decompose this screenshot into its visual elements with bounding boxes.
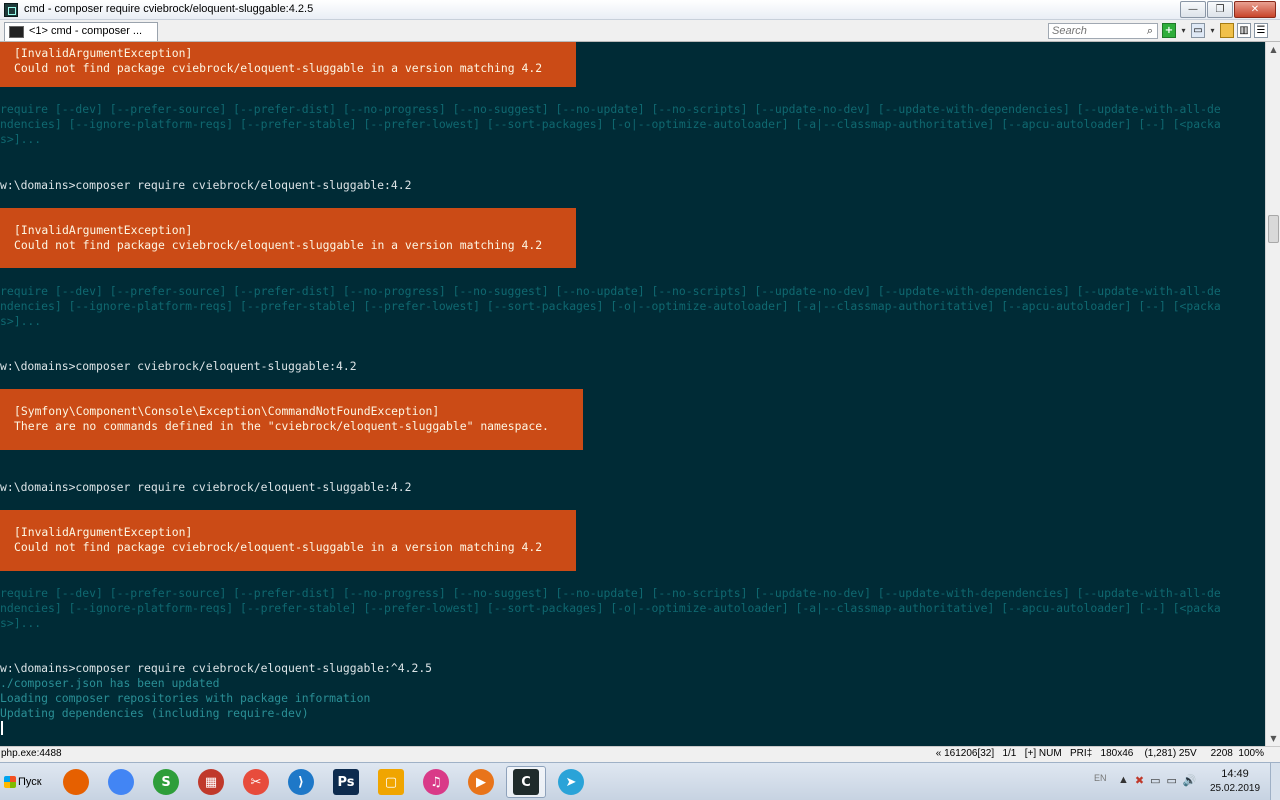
search-icon[interactable]: ⌕ [1143, 24, 1157, 38]
search-input[interactable] [1048, 23, 1158, 39]
taskbar-app-file-manager[interactable]: ▢ [371, 766, 411, 798]
telegram-icon: ➤ [558, 769, 584, 795]
taskbar-app-app-grid[interactable]: ▦ [191, 766, 231, 798]
output-line: Loading composer repositories with packa… [0, 691, 371, 705]
usage-line: s>]... [0, 132, 42, 146]
conemu-icon: C [513, 769, 539, 795]
taskbar-app-photoshop[interactable]: Ps [326, 766, 366, 798]
windows-logo-icon [4, 776, 16, 788]
title-bar: cmd - composer require cviebrock/eloquen… [0, 0, 1280, 20]
chevron-down-icon[interactable]: ▾ [1179, 23, 1188, 38]
taskbar-app-telegram[interactable]: ➤ [551, 766, 591, 798]
usage-line: s>]... [0, 314, 42, 328]
status-info: « 161206[32] 1/1 [+] NUM PRI‡ 180x46 (1,… [935, 748, 1264, 759]
app-icon[interactable] [4, 3, 18, 17]
start-label: Пуск [18, 776, 42, 788]
scroll-thumb[interactable] [1268, 215, 1279, 243]
window-controls: — ❐ ✕ [1180, 1, 1276, 18]
command-line: w:\domains>composer cviebrock/eloquent-s… [0, 359, 357, 373]
split-view-icon[interactable]: ▥ [1237, 23, 1251, 38]
usage-line: ndencies] [--ignore-platform-reqs] [--pr… [0, 601, 1221, 615]
command-line: w:\domains>composer require cviebrock/el… [0, 661, 433, 675]
tray-error-icon[interactable]: ✖ [1135, 774, 1144, 787]
scroll-up-icon[interactable]: ▲ [1266, 42, 1280, 57]
tools-icon: ✂ [243, 769, 269, 795]
tray-expand-icon[interactable]: ▲ [1118, 774, 1129, 787]
taskbar-app-firefox[interactable] [56, 766, 96, 798]
error-message: Could not find package cviebrock/eloquen… [14, 61, 543, 76]
show-desktop-button[interactable] [1270, 763, 1280, 800]
error-block: [Symfony\Component\Console\Exception\Com… [0, 389, 583, 450]
taskbar-app-vscode[interactable]: ⟩ [281, 766, 321, 798]
command-line: w:\domains>composer require cviebrock/el… [0, 480, 412, 494]
clock-time[interactable]: 14:49 [1210, 768, 1260, 780]
error-title: [InvalidArgumentException] [14, 46, 193, 60]
tab-console-1[interactable]: <1> cmd - composer ... [4, 22, 158, 41]
process-label[interactable]: php.exe:4488 [1, 748, 62, 759]
taskbar: Пуск S ▦ ✂ ⟩ Ps ▢ ♫ ▶ C ➤ EN ▲ ✖ ▭ ▭ 🔊 14:49 25.0… [0, 762, 1280, 800]
vertical-scrollbar[interactable]: ▲ ▼ [1265, 42, 1280, 746]
usage-line: ndencies] [--ignore-platform-reqs] [--pr… [0, 117, 1221, 131]
close-button[interactable]: ✕ [1234, 1, 1276, 18]
error-message: Could not find package cviebrock/eloquen… [14, 238, 543, 253]
taskbar-app-conemu[interactable]: C [506, 766, 546, 798]
error-message: There are no commands defined in the "cv… [14, 419, 549, 434]
file-manager-icon: ▢ [378, 769, 404, 795]
clock-date[interactable]: 25.02.2019 [1210, 783, 1260, 794]
usage-line: require [--dev] [--prefer-source] [--pre… [0, 586, 1221, 600]
command-line: w:\domains>composer require cviebrock/el… [0, 178, 412, 192]
media-player-icon: ▶ [468, 769, 494, 795]
tab-label: <1> cmd - composer ... [29, 25, 143, 37]
system-tray: EN ▲ ✖ ▭ ▭ 🔊 14:49 25.02.2019 [1090, 763, 1280, 800]
layout-icon[interactable]: ▭ [1191, 23, 1205, 38]
add-console-icon[interactable]: + [1162, 23, 1176, 38]
error-title: [Symfony\Component\Console\Exception\Com… [14, 404, 440, 418]
error-block: [InvalidArgumentException] Could not fin… [0, 208, 576, 268]
usage-line: s>]... [0, 616, 42, 630]
toolbar: + ▾ ▭ ▾ ▥ ☰ [1162, 23, 1268, 38]
lock-icon[interactable] [1220, 23, 1234, 38]
menu-icon[interactable]: ☰ [1254, 23, 1268, 38]
minimize-button[interactable]: — [1180, 1, 1206, 18]
chevron-down-icon[interactable]: ▾ [1208, 23, 1217, 38]
error-title: [InvalidArgumentException] [14, 525, 193, 539]
text-cursor [1, 721, 3, 735]
firefox-icon [63, 769, 89, 795]
console-icon [9, 26, 24, 38]
tray-icons: ▲ ✖ ▭ ▭ 🔊 [1118, 774, 1197, 787]
error-block: [InvalidArgumentException] Could not fin… [0, 42, 576, 87]
output-line: Updating dependencies (including require… [0, 706, 309, 720]
usage-line: ndencies] [--ignore-platform-reqs] [--pr… [0, 299, 1221, 313]
error-message: Could not find package cviebrock/eloquen… [14, 540, 543, 555]
tray-network-icon[interactable]: ▭ [1167, 774, 1177, 787]
window-title: cmd - composer require cviebrock/eloquen… [24, 3, 314, 15]
error-block: [InvalidArgumentException] Could not fin… [0, 510, 576, 571]
usage-line: require [--dev] [--prefer-source] [--pre… [0, 102, 1221, 116]
status-bar: php.exe:4488 « 161206[32] 1/1 [+] NUM PR… [0, 746, 1280, 762]
error-title: [InvalidArgumentException] [14, 223, 193, 237]
taskbar-app-chrome[interactable] [101, 766, 141, 798]
taskbar-app-tools[interactable]: ✂ [236, 766, 276, 798]
vscode-icon: ⟩ [288, 769, 314, 795]
app-grid-icon: ▦ [198, 769, 224, 795]
taskbar-app-sublime[interactable]: S [146, 766, 186, 798]
tray-window-icon[interactable]: ▭ [1150, 774, 1160, 787]
usage-line: require [--dev] [--prefer-source] [--pre… [0, 284, 1221, 298]
start-button[interactable]: Пуск [2, 768, 46, 796]
taskbar-app-media-player[interactable]: ▶ [461, 766, 501, 798]
itunes-icon: ♫ [423, 769, 449, 795]
volume-icon[interactable]: 🔊 [1183, 774, 1197, 787]
sublime-icon: S [153, 769, 179, 795]
chrome-icon [108, 769, 134, 795]
taskbar-app-itunes[interactable]: ♫ [416, 766, 456, 798]
scroll-down-icon[interactable]: ▼ [1266, 731, 1280, 746]
output-line: ./composer.json has been updated [0, 676, 220, 690]
console-output[interactable]: [InvalidArgumentException] Could not fin… [0, 42, 1265, 746]
maximize-button[interactable]: ❐ [1207, 1, 1233, 18]
language-indicator[interactable]: EN [1094, 773, 1107, 783]
photoshop-icon: Ps [333, 769, 359, 795]
